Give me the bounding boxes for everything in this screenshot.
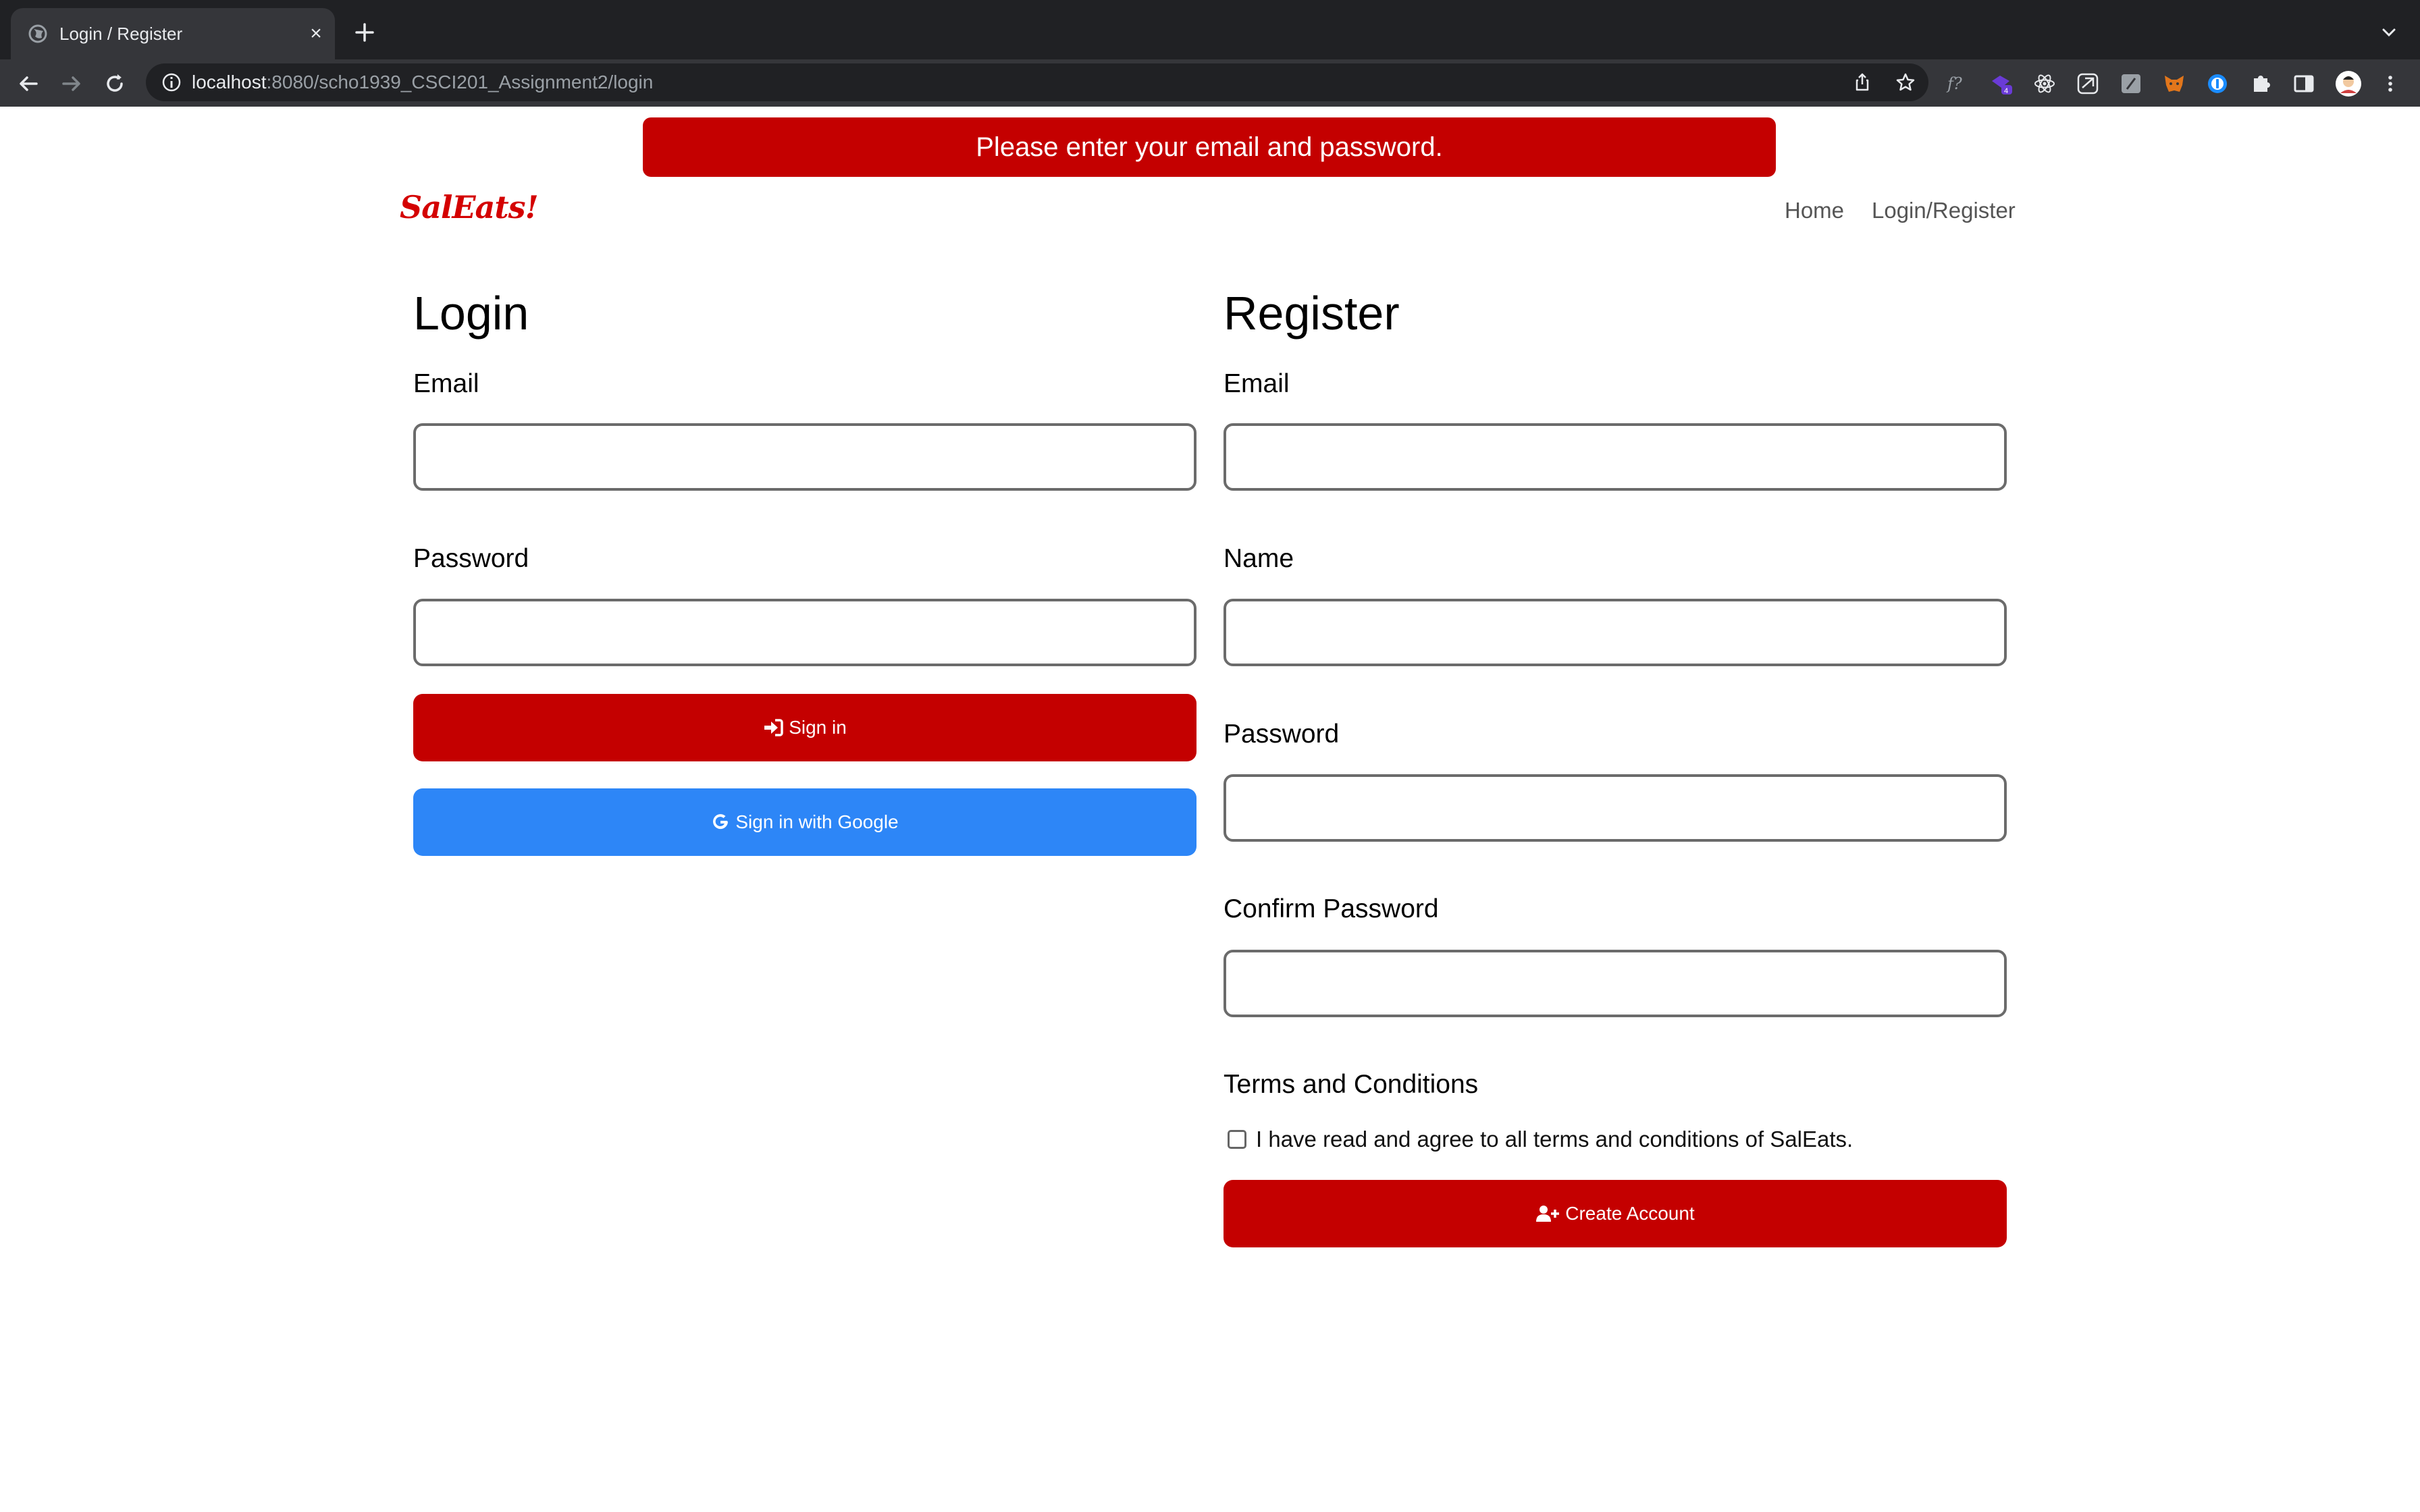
send-extension-icon[interactable] bbox=[2076, 72, 2100, 96]
google-sign-in-label: Sign in with Google bbox=[735, 811, 899, 832]
login-email-label: Email bbox=[413, 369, 479, 398]
browser-tab[interactable]: Login / Register × bbox=[11, 8, 335, 59]
create-account-label: Create Account bbox=[1565, 1203, 1695, 1224]
address-bar[interactable]: localhost:8080/scho1939_CSCI201_Assignme… bbox=[146, 63, 1928, 101]
register-email-input[interactable] bbox=[1224, 423, 2007, 491]
login-title: Login bbox=[413, 287, 529, 340]
terms-title: Terms and Conditions bbox=[1224, 1070, 1479, 1099]
sign-in-button[interactable]: Sign in bbox=[413, 694, 1196, 761]
purple-extension-icon[interactable]: 4 bbox=[1989, 72, 2014, 96]
url-host: localhost bbox=[192, 72, 267, 92]
browser-menu-icon[interactable] bbox=[2378, 72, 2402, 96]
sign-in-icon bbox=[764, 719, 783, 736]
login-email-input[interactable] bbox=[413, 423, 1196, 491]
terms-checkbox[interactable] bbox=[1228, 1130, 1246, 1149]
google-g-icon bbox=[713, 814, 729, 830]
nav-link-login-register[interactable]: Login/Register bbox=[1872, 197, 2016, 224]
tab-search-chevron-icon[interactable] bbox=[2377, 20, 2401, 45]
extensions-puzzle-icon[interactable] bbox=[2248, 72, 2273, 96]
grey-extension-icon[interactable] bbox=[2119, 72, 2143, 96]
brand-logo[interactable]: SalEats! bbox=[400, 189, 539, 225]
google-sign-in-button[interactable]: Sign in with Google bbox=[413, 788, 1196, 856]
browser-toolbar: localhost:8080/scho1939_CSCI201_Assignme… bbox=[0, 59, 2420, 107]
extension-badge: 4 bbox=[2004, 87, 2008, 95]
user-plus-icon bbox=[1536, 1206, 1560, 1222]
reload-icon[interactable] bbox=[101, 70, 128, 97]
metamask-fox-icon[interactable] bbox=[2162, 72, 2186, 96]
bookmark-star-icon[interactable] bbox=[1895, 72, 1916, 93]
site-info-icon[interactable] bbox=[161, 72, 182, 93]
register-title: Register bbox=[1224, 287, 1400, 340]
login-password-label: Password bbox=[413, 544, 529, 573]
register-name-label: Name bbox=[1224, 544, 1294, 573]
new-tab-icon[interactable] bbox=[351, 19, 378, 46]
register-password-label: Password bbox=[1224, 720, 1340, 749]
nav-link-home[interactable]: Home bbox=[1785, 197, 1844, 224]
register-email-label: Email bbox=[1224, 369, 1290, 398]
tab-title: Login / Register bbox=[59, 24, 183, 44]
register-password-input[interactable] bbox=[1224, 774, 2007, 842]
side-panel-icon[interactable] bbox=[2292, 72, 2316, 96]
confirm-password-input[interactable] bbox=[1224, 950, 2007, 1017]
url-text: localhost:8080/scho1939_CSCI201_Assignme… bbox=[192, 72, 653, 93]
back-arrow-icon[interactable] bbox=[15, 70, 42, 97]
password-manager-icon[interactable] bbox=[2205, 72, 2230, 96]
react-devtools-icon[interactable] bbox=[2032, 72, 2057, 96]
confirm-password-label: Confirm Password bbox=[1224, 894, 1439, 923]
globe-icon bbox=[28, 24, 47, 43]
login-password-input[interactable] bbox=[413, 599, 1196, 666]
formula-extension-icon[interactable]: f? bbox=[1945, 72, 1969, 96]
close-tab-icon[interactable]: × bbox=[305, 23, 327, 45]
share-icon[interactable] bbox=[1851, 72, 1873, 93]
error-alert: Please enter your email and password. bbox=[643, 117, 1776, 177]
forward-arrow-icon[interactable] bbox=[58, 70, 85, 97]
terms-checkbox-label[interactable]: I have read and agree to all terms and c… bbox=[1256, 1126, 1853, 1153]
profile-avatar[interactable] bbox=[2335, 70, 2362, 97]
create-account-button[interactable]: Create Account bbox=[1224, 1180, 2007, 1247]
browser-tabstrip: Login / Register × bbox=[0, 0, 2420, 59]
sign-in-label: Sign in bbox=[789, 717, 847, 738]
register-name-input[interactable] bbox=[1224, 599, 2007, 666]
svg-text:f?: f? bbox=[1946, 74, 1962, 93]
url-path: :8080/scho1939_CSCI201_Assignment2/login bbox=[266, 72, 654, 92]
